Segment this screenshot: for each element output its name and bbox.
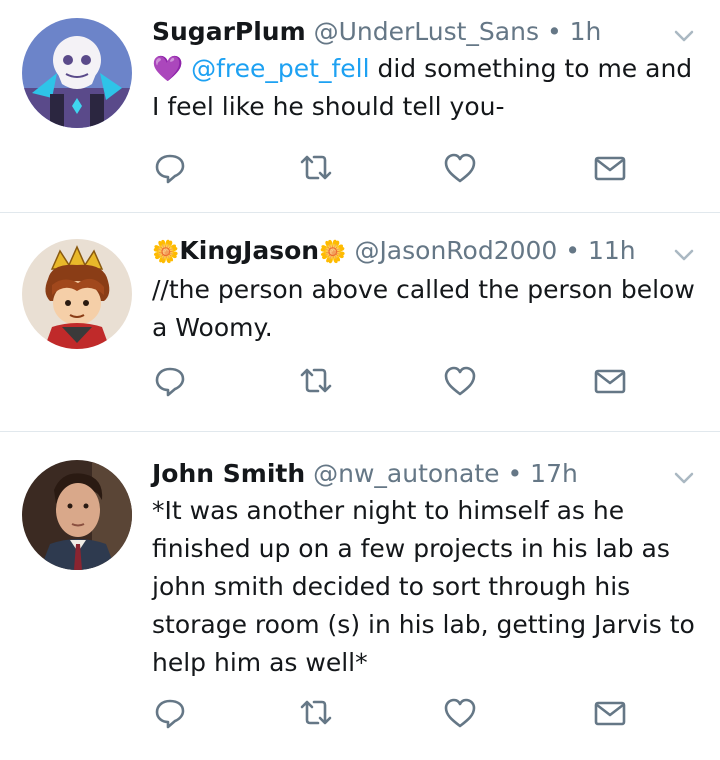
reply-icon	[155, 367, 185, 397]
avatar[interactable]	[22, 239, 132, 349]
avatar[interactable]	[22, 18, 132, 128]
like-button[interactable]	[442, 150, 478, 186]
heart-icon	[444, 366, 476, 396]
message-button[interactable]	[592, 150, 628, 186]
retweet-icon	[300, 700, 332, 725]
reply-button[interactable]	[152, 150, 188, 186]
purple-heart-emoji: 💜	[152, 54, 184, 83]
heart-icon	[444, 698, 476, 728]
display-name[interactable]: John Smith	[152, 459, 305, 488]
user-handle[interactable]: @UnderLust_Sans	[314, 17, 539, 46]
tweet-text: *It was another night to himself as he f…	[152, 496, 695, 677]
tweet-actions	[152, 363, 632, 399]
tweet-content: 🌼KingJason🌼 @JasonRod2000 • 11h //the pe…	[152, 233, 696, 347]
chevron-down-icon[interactable]	[674, 249, 694, 261]
timestamp[interactable]: 17h	[530, 459, 578, 488]
envelope-icon	[594, 701, 626, 726]
tweet-feed: SugarPlum @UnderLust_Sans • 1h 💜 @free_p…	[0, 0, 720, 760]
tweet-text: //the person above called the person bel…	[152, 275, 695, 342]
tweet-actions	[152, 150, 632, 186]
like-button[interactable]	[442, 363, 478, 399]
separator-dot: •	[565, 236, 581, 265]
tweet-header: John Smith @nw_autonate • 17h	[152, 456, 696, 492]
tweet-header: 🌼KingJason🌼 @JasonRod2000 • 11h	[152, 233, 696, 271]
timestamp[interactable]: 11h	[588, 236, 636, 265]
message-button[interactable]	[592, 695, 628, 731]
user-handle[interactable]: @JasonRod2000	[354, 236, 557, 265]
tweet-text: 💜 @free_pet_fell did something to me and…	[152, 50, 696, 126]
reply-button[interactable]	[152, 695, 188, 731]
tweet[interactable]: SugarPlum @UnderLust_Sans • 1h 💜 @free_p…	[0, 0, 720, 213]
reply-icon	[155, 699, 185, 729]
flower-emoji: 🌼	[152, 240, 180, 265]
retweet-icon	[300, 368, 332, 393]
flower-emoji: 🌼	[319, 240, 347, 265]
chevron-down-icon[interactable]	[674, 472, 694, 484]
tweet-header: SugarPlum @UnderLust_Sans • 1h	[152, 14, 696, 50]
retweet-button[interactable]	[298, 695, 334, 731]
display-name[interactable]: SugarPlum	[152, 17, 306, 46]
avatar[interactable]	[22, 460, 132, 570]
reply-icon	[155, 154, 185, 184]
retweet-button[interactable]	[298, 150, 334, 186]
tweet[interactable]: 🌼KingJason🌼 @JasonRod2000 • 11h //the pe…	[0, 213, 720, 432]
chevron-down-icon[interactable]	[674, 30, 694, 42]
tweet-content: John Smith @nw_autonate • 17h *It was an…	[152, 456, 696, 682]
retweet-button[interactable]	[298, 363, 334, 399]
tweet-content: SugarPlum @UnderLust_Sans • 1h 💜 @free_p…	[152, 14, 696, 126]
separator-dot: •	[507, 459, 523, 488]
heart-icon	[444, 153, 476, 183]
retweet-icon	[300, 155, 332, 180]
timestamp[interactable]: 1h	[570, 17, 602, 46]
envelope-icon	[594, 369, 626, 394]
display-name[interactable]: 🌼KingJason🌼	[152, 236, 346, 265]
reply-button[interactable]	[152, 363, 188, 399]
display-name-text: KingJason	[179, 236, 320, 265]
tweet[interactable]: John Smith @nw_autonate • 17h *It was an…	[0, 432, 720, 760]
mention-link[interactable]: @free_pet_fell	[191, 54, 369, 83]
envelope-icon	[594, 156, 626, 181]
tweet-actions	[152, 695, 632, 731]
user-handle[interactable]: @nw_autonate	[313, 459, 499, 488]
separator-dot: •	[546, 17, 562, 46]
like-button[interactable]	[442, 695, 478, 731]
message-button[interactable]	[592, 363, 628, 399]
